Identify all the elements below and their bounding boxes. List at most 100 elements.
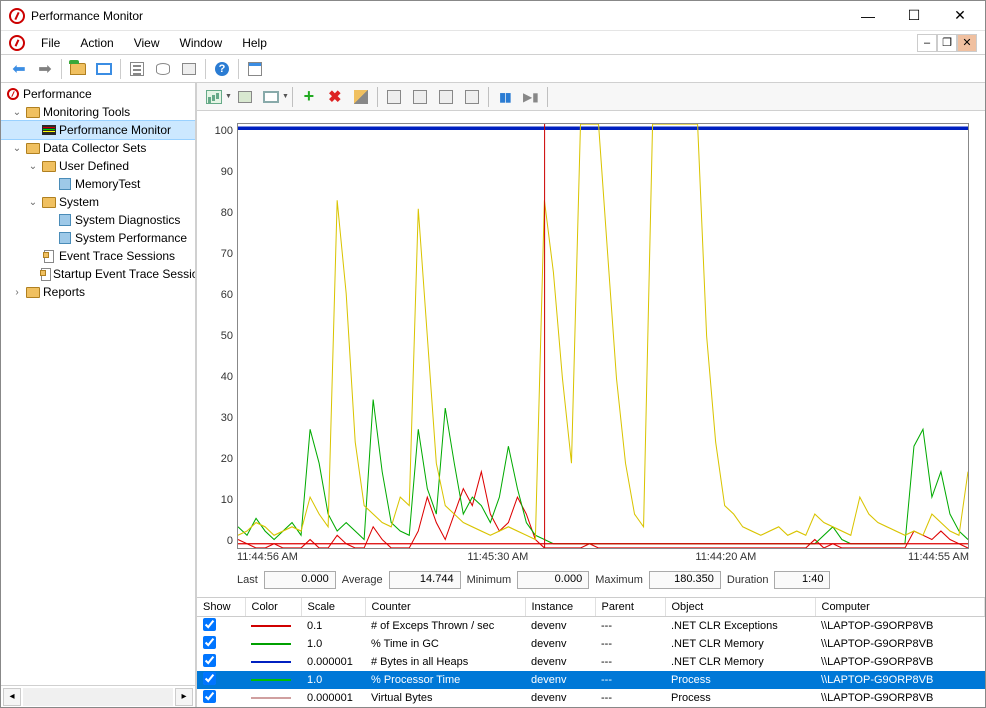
- y-tick: 60: [221, 289, 233, 301]
- show-checkbox[interactable]: [203, 672, 216, 685]
- menu-file[interactable]: File: [33, 34, 68, 52]
- view-chart-button[interactable]: [202, 85, 226, 109]
- zoom-button[interactable]: [460, 85, 484, 109]
- back-button[interactable]: ⬅: [7, 57, 31, 81]
- chart-area: 1009080706050403020100 11:44:56 AM11:45:…: [197, 111, 985, 597]
- copy-button[interactable]: [382, 85, 406, 109]
- scroll-left-button[interactable]: ◂: [3, 688, 21, 706]
- toolbar-separator: [120, 59, 121, 79]
- cell-counter: # Bytes in all Heaps: [365, 653, 525, 671]
- tree-system[interactable]: ⌄System: [1, 193, 195, 211]
- cell-scale: 0.000001: [301, 653, 365, 671]
- toolbar-separator: [547, 87, 548, 107]
- view-report-button[interactable]: [259, 85, 283, 109]
- menu-action[interactable]: Action: [72, 34, 121, 52]
- folder-icon: [26, 107, 40, 118]
- tree-label: Performance: [23, 87, 92, 101]
- col-color[interactable]: Color: [245, 598, 301, 617]
- main-area: Performance ⌄ Monitoring Tools Performanc…: [1, 83, 985, 707]
- mdi-minimize-button[interactable]: –: [917, 34, 937, 52]
- folder-icon: [26, 287, 40, 298]
- col-show[interactable]: Show: [197, 598, 245, 617]
- table-row[interactable]: 0.1# of Exceps Thrown / secdevenv---.NET…: [197, 617, 985, 636]
- show-checkbox[interactable]: [203, 618, 216, 631]
- freeze-button[interactable]: ▮▮: [493, 85, 517, 109]
- show-checkbox[interactable]: [203, 654, 216, 667]
- add-counter-button[interactable]: +: [297, 85, 321, 109]
- collapse-icon[interactable]: ⌄: [11, 107, 23, 118]
- last-value: 0.000: [264, 571, 336, 589]
- max-label: Maximum: [595, 574, 643, 586]
- schedule-button[interactable]: [243, 57, 267, 81]
- dropdown-icon[interactable]: ▼: [282, 93, 289, 100]
- paste-icon: [413, 90, 427, 104]
- paste-button[interactable]: [408, 85, 432, 109]
- update-button[interactable]: ▶▮: [519, 85, 543, 109]
- window-buttons: — ☐ ✕: [845, 1, 983, 30]
- expand-icon[interactable]: ›: [11, 287, 23, 298]
- print-button[interactable]: [177, 57, 201, 81]
- properties2-button[interactable]: [434, 85, 458, 109]
- tree-user-defined[interactable]: ⌄User Defined: [1, 157, 195, 175]
- delete-counter-button[interactable]: ✖: [323, 85, 347, 109]
- tree-memory-test[interactable]: MemoryTest: [1, 175, 195, 193]
- maximize-button[interactable]: ☐: [891, 1, 937, 30]
- col-computer[interactable]: Computer: [815, 598, 985, 617]
- forward-button[interactable]: ➡: [33, 57, 57, 81]
- table-row[interactable]: 0.000001Virtual Bytesdevenv---Process\\L…: [197, 689, 985, 707]
- tree-root-performance[interactable]: Performance: [1, 85, 195, 103]
- table-row[interactable]: 0.000001# Bytes in all Heapsdevenv---.NE…: [197, 653, 985, 671]
- tree-label: MemoryTest: [75, 177, 140, 191]
- mdi-restore-button[interactable]: ❐: [937, 34, 957, 52]
- tree-system-performance[interactable]: System Performance: [1, 229, 195, 247]
- table-row[interactable]: 1.0% Time in GCdevenv---.NET CLR Memory\…: [197, 635, 985, 653]
- properties-button[interactable]: [125, 57, 149, 81]
- perfmon-app-icon: [9, 8, 25, 24]
- tree-system-diagnostics[interactable]: System Diagnostics: [1, 211, 195, 229]
- collapse-icon[interactable]: ⌄: [27, 161, 39, 172]
- tree-body[interactable]: Performance ⌄ Monitoring Tools Performanc…: [1, 85, 195, 685]
- tree-horizontal-scrollbar[interactable]: ◂ ▸: [1, 685, 195, 707]
- col-scale[interactable]: Scale: [301, 598, 365, 617]
- col-instance[interactable]: Instance: [525, 598, 595, 617]
- color-swatch: [251, 643, 291, 645]
- minimize-button[interactable]: —: [845, 1, 891, 30]
- toolbar-separator: [61, 59, 62, 79]
- collector-icon: [59, 232, 71, 244]
- col-counter[interactable]: Counter: [365, 598, 525, 617]
- show-checkbox[interactable]: [203, 636, 216, 649]
- box-icon: [238, 91, 252, 103]
- tree-monitoring-tools[interactable]: ⌄ Monitoring Tools: [1, 103, 195, 121]
- mdi-close-button[interactable]: ✕: [957, 34, 977, 52]
- tree-performance-monitor[interactable]: Performance Monitor: [1, 121, 195, 139]
- export-button[interactable]: [151, 57, 175, 81]
- col-object[interactable]: Object: [665, 598, 815, 617]
- system-menu-icon[interactable]: [9, 35, 25, 51]
- menu-help[interactable]: Help: [234, 34, 275, 52]
- counter-table[interactable]: Show Color Scale Counter Instance Parent…: [197, 598, 985, 707]
- show-hide-tree-button[interactable]: [66, 57, 90, 81]
- counter-table-panel: Show Color Scale Counter Instance Parent…: [197, 597, 985, 707]
- tree-label: Monitoring Tools: [43, 105, 130, 119]
- collapse-icon[interactable]: ⌄: [11, 143, 23, 154]
- scroll-right-button[interactable]: ▸: [175, 688, 193, 706]
- table-row[interactable]: 1.0% Processor Timedevenv---Process\\LAP…: [197, 671, 985, 689]
- tree-reports[interactable]: ›Reports: [1, 283, 195, 301]
- scroll-track[interactable]: [23, 688, 173, 706]
- menu-window[interactable]: Window: [172, 34, 231, 52]
- tree-data-collector-sets[interactable]: ⌄Data Collector Sets: [1, 139, 195, 157]
- tree-event-trace[interactable]: Event Trace Sessions: [1, 247, 195, 265]
- dropdown-icon[interactable]: ▼: [225, 93, 232, 100]
- highlight-button[interactable]: [349, 85, 373, 109]
- show-checkbox[interactable]: [203, 690, 216, 703]
- help-button[interactable]: ?: [210, 57, 234, 81]
- chart-plot[interactable]: [237, 123, 969, 549]
- col-parent[interactable]: Parent: [595, 598, 665, 617]
- menu-view[interactable]: View: [126, 34, 168, 52]
- panel-layout-button[interactable]: [92, 57, 116, 81]
- close-button[interactable]: ✕: [937, 1, 983, 30]
- view-histogram-button[interactable]: [233, 85, 257, 109]
- y-tick: 30: [221, 412, 233, 424]
- tree-startup-event-trace[interactable]: Startup Event Trace Sessions: [1, 265, 195, 283]
- collapse-icon[interactable]: ⌄: [27, 197, 39, 208]
